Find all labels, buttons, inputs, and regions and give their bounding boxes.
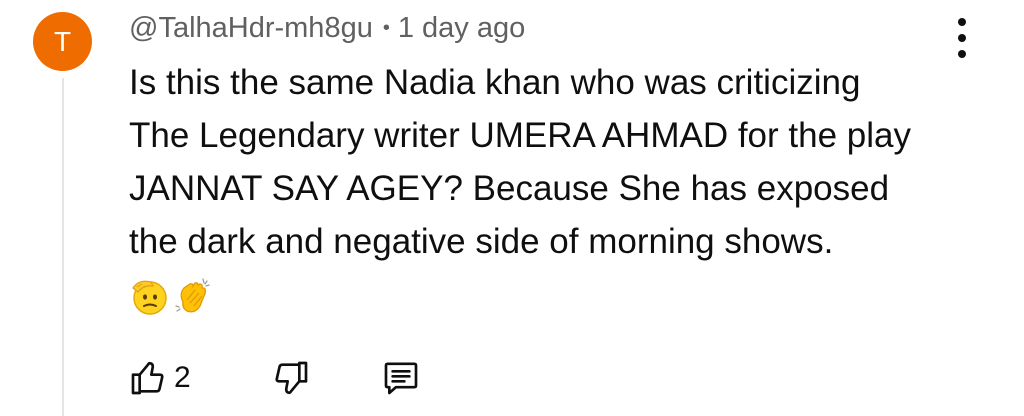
- thumbs-down-icon: [275, 361, 308, 395]
- comment-line: The Legendary writer UMERA AHMAD for the…: [129, 116, 911, 155]
- comment-header: @TalhaHdr-mh8gu • 1 day ago: [129, 10, 525, 46]
- thread-line: [62, 78, 64, 416]
- comment-line: Is this the same Nadia khan who was crit…: [129, 63, 861, 102]
- reply-comment-icon: [384, 362, 418, 395]
- separator-dot: •: [382, 16, 390, 39]
- avatar[interactable]: T: [33, 12, 92, 71]
- menu-dot: [958, 34, 966, 42]
- emoji-row: [129, 276, 213, 316]
- clapping-hands-icon: [175, 278, 210, 313]
- reply-button[interactable]: [381, 358, 421, 398]
- menu-dot: [958, 18, 966, 26]
- more-vertical-icon[interactable]: [948, 18, 976, 58]
- timestamp[interactable]: 1 day ago: [398, 12, 525, 45]
- thumbs-up-icon: [131, 361, 164, 395]
- comment-actions: 2: [128, 356, 421, 400]
- author-name[interactable]: @TalhaHdr-mh8gu: [129, 12, 373, 45]
- like-button[interactable]: 2: [128, 358, 191, 398]
- like-count: 2: [174, 361, 191, 394]
- dislike-button[interactable]: [271, 358, 311, 398]
- comment-line: JANNAT SAY AGEY? Because She has exposed: [129, 169, 890, 208]
- comment-line: the dark and negative side of morning sh…: [129, 222, 834, 261]
- saluting-face-icon: [132, 280, 167, 315]
- comment-text: Is this the same Nadia khan who was crit…: [129, 56, 989, 268]
- comment-card: T @TalhaHdr-mh8gu • 1 day ago Is this th…: [0, 0, 1024, 416]
